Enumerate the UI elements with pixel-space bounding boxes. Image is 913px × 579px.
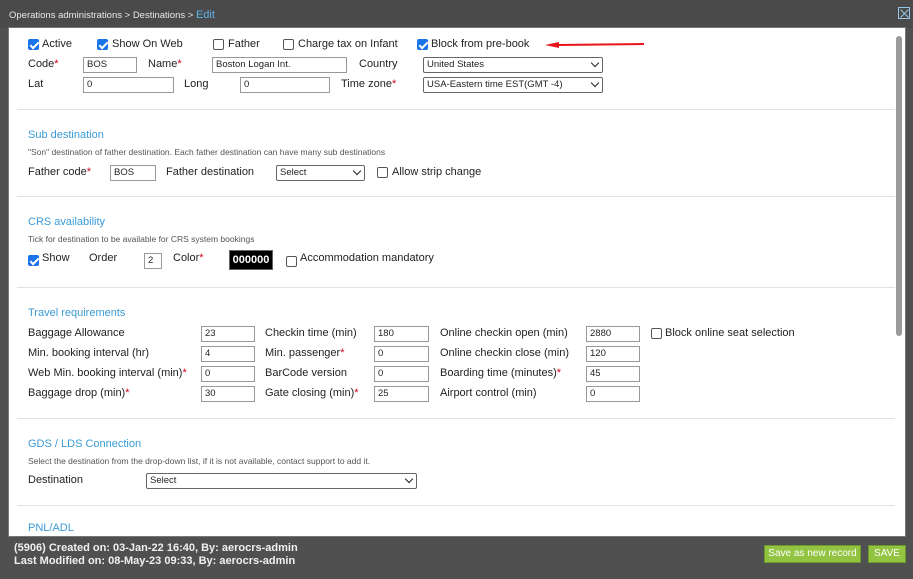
boarding-time-input[interactable]: 45	[586, 366, 640, 382]
divider	[17, 505, 895, 506]
sub-destination-title: Sub destination	[28, 129, 104, 141]
crs-desc: Tick for destination to be available for…	[28, 234, 255, 244]
color-picker[interactable]: 000000	[229, 250, 273, 270]
timezone-label: Time zone	[341, 78, 396, 90]
divider	[17, 287, 895, 288]
created-info: (5906) Created on: 03-Jan-22 16:40, By: …	[14, 542, 298, 554]
min-passenger-label: Min. passenger	[265, 347, 345, 359]
father-label: Father	[228, 38, 260, 50]
min-passenger-input[interactable]: 0	[374, 346, 429, 362]
order-label: Order	[89, 252, 118, 264]
father-destination-value: Select	[280, 167, 307, 178]
baggage-allowance-label: Baggage Allowance	[28, 327, 125, 339]
long-label: Long	[184, 78, 209, 90]
title-bar: Operations administrations > Destination…	[0, 0, 913, 28]
barcode-version-input[interactable]: 0	[374, 366, 429, 382]
active-checkbox[interactable]	[28, 39, 39, 50]
chevron-down-icon	[404, 474, 414, 484]
breadcrumb-path: Operations administrations > Destination…	[9, 10, 196, 21]
divider	[17, 418, 895, 419]
lat-input[interactable]: 0	[83, 77, 174, 93]
web-min-booking-input[interactable]: 0	[201, 366, 255, 382]
block-seat-selection-label: Block online seat selection	[665, 327, 795, 339]
charge-tax-infant-label: Charge tax on Infant	[298, 38, 398, 50]
block-prebook-checkbox[interactable]	[417, 39, 428, 50]
sub-destination-desc: "Son" destination of father destination.…	[28, 147, 386, 157]
gds-destination-label: Destination	[28, 474, 84, 486]
pnl-adl-title: PNL/ADL	[28, 522, 74, 534]
edit-destination-panel: Active Show On Web Father Charge tax on …	[8, 27, 906, 537]
breadcrumb-current: Edit	[195, 9, 215, 21]
order-input[interactable]: 2	[144, 253, 162, 269]
divider	[17, 109, 895, 110]
save-button[interactable]: SAVE	[868, 545, 906, 563]
crs-show-label: Show	[42, 252, 70, 264]
show-on-web-checkbox[interactable]	[97, 39, 108, 50]
annotation-arrow-icon	[545, 42, 645, 48]
online-checkin-open-input[interactable]: 2880	[586, 326, 640, 342]
chevron-down-icon	[352, 166, 362, 176]
timezone-select-value: USA-Eastern time EST(GMT -4)	[427, 79, 563, 90]
name-label: Name	[148, 58, 182, 70]
lat-label: Lat	[28, 78, 44, 90]
gds-desc: Select the destination from the drop-dow…	[28, 456, 371, 466]
allow-strip-change-label: Allow strip change	[392, 166, 482, 178]
travel-title: Travel requirements	[28, 307, 126, 319]
gate-closing-label: Gate closing (min)	[265, 387, 359, 399]
web-min-booking-label: Web Min. booking interval (min)	[28, 367, 187, 379]
color-label: Color	[173, 252, 204, 264]
airport-control-label: Airport control (min)	[440, 387, 537, 399]
breadcrumb: Operations administrations > Destination…	[9, 9, 215, 21]
country-select[interactable]: United States	[423, 57, 603, 73]
name-input[interactable]: Boston Logan Int.	[212, 57, 347, 73]
crs-title: CRS availability	[28, 216, 106, 228]
online-checkin-open-label: Online checkin open (min)	[440, 327, 568, 339]
charge-tax-infant-checkbox[interactable]	[283, 39, 294, 50]
long-input[interactable]: 0	[240, 77, 330, 93]
block-prebook-label: Block from pre-book	[431, 38, 530, 50]
scrollbar[interactable]	[896, 36, 902, 336]
timezone-select[interactable]: USA-Eastern time EST(GMT -4)	[423, 77, 603, 93]
checkin-time-input[interactable]: 180	[374, 326, 429, 342]
min-booking-input[interactable]: 4	[201, 346, 255, 362]
boarding-time-label: Boarding time (minutes)	[440, 367, 561, 379]
father-destination-select[interactable]: Select	[276, 165, 365, 181]
close-icon[interactable]	[898, 7, 910, 19]
father-code-input[interactable]: BOS	[110, 165, 156, 181]
min-booking-label: Min. booking interval (hr)	[28, 347, 150, 359]
active-label: Active	[42, 38, 72, 50]
accommodation-mandatory-label: Accommodation mandatory	[300, 252, 434, 264]
baggage-allowance-input[interactable]: 23	[201, 326, 255, 342]
baggage-drop-input[interactable]: 30	[201, 386, 255, 402]
allow-strip-change-checkbox[interactable]	[377, 167, 388, 178]
code-input[interactable]: BOS	[83, 57, 137, 73]
checkin-time-label: Checkin time (min)	[265, 327, 357, 339]
chevron-down-icon	[590, 78, 600, 88]
block-seat-selection-checkbox[interactable]	[651, 328, 662, 339]
save-as-new-record-button[interactable]: Save as new record	[764, 545, 861, 563]
father-destination-label: Father destination	[166, 166, 255, 178]
airport-control-input[interactable]: 0	[586, 386, 640, 402]
father-code-label: Father code	[28, 166, 91, 178]
show-on-web-label: Show On Web	[112, 38, 183, 50]
divider	[17, 196, 895, 197]
chevron-down-icon	[590, 58, 600, 68]
online-checkin-close-label: Online checkin close (min)	[440, 347, 569, 359]
gds-title: GDS / LDS Connection	[28, 438, 142, 450]
country-select-value: United States	[427, 59, 485, 70]
country-label: Country	[359, 58, 398, 70]
barcode-version-label: BarCode version	[265, 367, 347, 379]
gate-closing-input[interactable]: 25	[374, 386, 429, 402]
gds-destination-select[interactable]: Select	[146, 473, 417, 489]
code-label: Code	[28, 58, 59, 70]
online-checkin-close-input[interactable]: 120	[586, 346, 640, 362]
baggage-drop-label: Baggage drop (min)	[28, 387, 130, 399]
father-checkbox[interactable]	[213, 39, 224, 50]
gds-destination-value: Select	[150, 475, 177, 486]
modified-info: Last Modified on: 08-May-23 09:33, By: a…	[14, 555, 296, 567]
crs-show-checkbox[interactable]	[28, 255, 39, 266]
accommodation-mandatory-checkbox[interactable]	[286, 256, 297, 267]
